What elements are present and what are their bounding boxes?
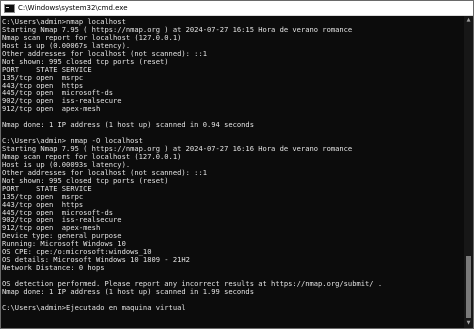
console-line: C:\Users\admin>nmap localhost: [2, 18, 126, 26]
console-line: 445/tcp open microsoft-ds: [2, 208, 114, 217]
console-line: 443/tcp open https: [2, 200, 84, 209]
title-bar[interactable]: C:\Windows\system32\cmd.exe: [1, 1, 473, 16]
console-line: OS details: Microsoft Windows 10 1809 - …: [2, 256, 190, 265]
scroll-down-arrow-icon[interactable]: ▼: [464, 319, 473, 328]
console-line: Running: Microsoft Windows 10: [2, 240, 126, 249]
scroll-up-arrow-icon[interactable]: ▲: [464, 16, 473, 25]
console-line: 902/tcp open iss-realsecure: [2, 216, 122, 225]
console-line: Device type: general purpose: [2, 232, 122, 241]
console-line: Starting Nmap 7.95 ( https://nmap.org ) …: [2, 145, 353, 153]
console-line: PORT STATE SERVICE: [2, 184, 92, 193]
console-line: Nmap scan report for localhost (127.0.0.…: [2, 33, 182, 42]
console-line: Nmap scan report for localhost (127.0.0.…: [2, 152, 182, 161]
console-line: Nmap done: 1 IP address (1 host up) scan…: [2, 121, 254, 130]
window-title: C:\Windows\system32\cmd.exe: [18, 3, 128, 12]
console-line: C:\Users\admin>Ejecutado en maquina virt…: [2, 303, 186, 312]
console-line: 135/tcp open msrpc: [2, 73, 84, 82]
console-line: Other addresses for localhost (not scann…: [2, 49, 207, 58]
console-line: C:\Users\admin> nmap -O localhost: [2, 137, 143, 145]
console-line: Not shown: 995 closed tcp ports (reset): [2, 176, 169, 185]
console-output[interactable]: C:\Users\admin>nmap localhost Starting Nm…: [1, 16, 464, 328]
console-icon: [4, 3, 15, 13]
console-line: Starting Nmap 7.95 ( https://nmap.org ) …: [2, 25, 353, 34]
console-line: Host is up (0.00093s latency).: [2, 160, 131, 169]
console-line: OS CPE: cpe:/o:microsoft:windows_10: [2, 248, 152, 257]
console-line: Not shown: 995 closed tcp ports (reset): [2, 57, 169, 66]
console-line: 135/tcp open msrpc: [2, 192, 84, 201]
console-line: Host is up (0.00067s latency).: [2, 41, 131, 50]
vertical-scrollbar[interactable]: ▲ ▼: [464, 16, 473, 328]
console-line: 912/tcp open apex-mesh: [2, 224, 101, 233]
console-line: 443/tcp open https: [2, 81, 84, 90]
console-line: 902/tcp open iss-realsecure: [2, 97, 122, 106]
console-line: 445/tcp open microsoft-ds: [2, 89, 114, 98]
console-line: 912/tcp open apex-mesh: [2, 105, 101, 114]
console-line: OS detection performed. Please report an…: [2, 279, 383, 288]
console-line: Nmap done: 1 IP address (1 host up) scan…: [2, 287, 254, 296]
scrollbar-thumb[interactable]: [466, 256, 471, 318]
console-line: Other addresses for localhost (not scann…: [2, 168, 207, 177]
console-line: PORT STATE SERVICE: [2, 65, 92, 74]
console-line: Network Distance: 0 hops: [2, 264, 105, 272]
cmd-window: C:\Windows\system32\cmd.exe C:\Users\adm…: [0, 0, 474, 329]
